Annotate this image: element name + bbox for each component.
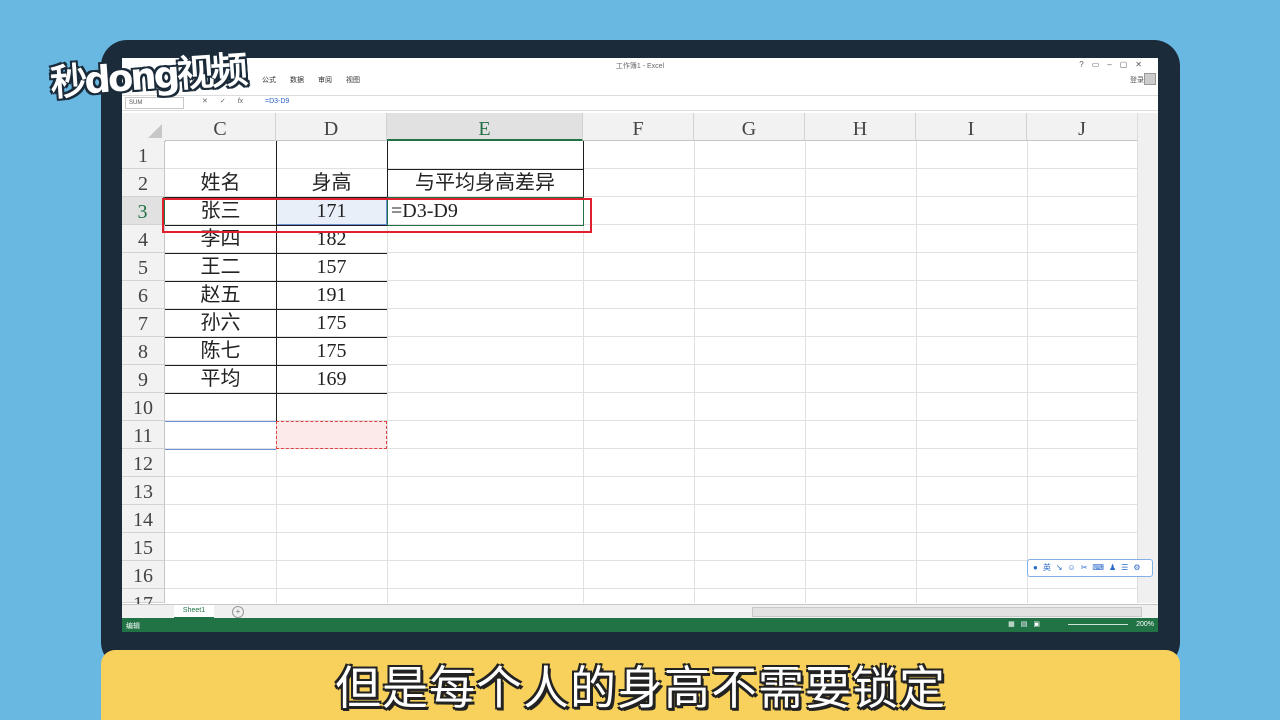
cell-c7[interactable]: 孙六 bbox=[165, 309, 276, 336]
settings-icon[interactable]: ⚙ bbox=[1133, 563, 1140, 572]
column-header-d[interactable]: D bbox=[276, 113, 387, 141]
ime-lang-label[interactable]: 英 bbox=[1043, 563, 1051, 572]
formula-input[interactable]: =D3-D9 bbox=[265, 98, 289, 105]
cell-d9[interactable]: 169 bbox=[276, 365, 387, 392]
column-header-j[interactable]: J bbox=[1027, 113, 1138, 141]
column-header-c[interactable]: C bbox=[165, 113, 276, 141]
cell-d5[interactable]: 157 bbox=[276, 253, 387, 280]
ime-toolbar[interactable]: ● 英 ↘ ☺ ✂ ⌨ ♟ ☰ ⚙ bbox=[1027, 559, 1153, 577]
cell-d8[interactable]: 175 bbox=[276, 337, 387, 364]
punctuation-icon[interactable]: ↘ bbox=[1056, 563, 1063, 572]
cell-c2-name-header[interactable]: 姓名 bbox=[165, 169, 276, 196]
tools-icon[interactable]: ✂ bbox=[1081, 563, 1088, 572]
row-header-16[interactable]: 16 bbox=[122, 561, 165, 589]
row-header-3[interactable]: 3 bbox=[122, 197, 165, 225]
cell-d6[interactable]: 191 bbox=[276, 281, 387, 308]
row-header-9[interactable]: 9 bbox=[122, 365, 165, 393]
sheet-tab-bar: Sheet1 + bbox=[122, 604, 1158, 619]
row-header-8[interactable]: 8 bbox=[122, 337, 165, 365]
enter-icon[interactable]: ✓ bbox=[220, 98, 226, 105]
menu-icon[interactable]: ☰ bbox=[1121, 563, 1128, 572]
mode-indicator: 编辑 bbox=[126, 623, 140, 630]
cell-c6[interactable]: 赵五 bbox=[165, 281, 276, 308]
worksheet-grid[interactable]: C D E F G H I J 1 2 3 4 5 6 7 8 9 10 11 … bbox=[122, 113, 1158, 615]
vertical-scrollbar[interactable] bbox=[1137, 113, 1158, 603]
zoom-slider[interactable] bbox=[1068, 624, 1128, 625]
fx-icon[interactable]: fx bbox=[238, 98, 243, 105]
view-buttons[interactable]: ▦▤▣ bbox=[1008, 620, 1046, 628]
login-link[interactable]: 登录 bbox=[1130, 75, 1144, 85]
title-bar: 工作簿1 - Excel ?▭–▢✕ bbox=[122, 58, 1158, 72]
row-header-12[interactable]: 12 bbox=[122, 449, 165, 477]
keyboard-icon[interactable]: ⌨ bbox=[1092, 563, 1104, 572]
cell-c8[interactable]: 陈七 bbox=[165, 337, 276, 364]
ribbon-tabs: 页面布局 公式 数据 审阅 视图 登录 bbox=[122, 72, 1158, 88]
row-header-14[interactable]: 14 bbox=[122, 505, 165, 533]
add-sheet-icon[interactable]: + bbox=[232, 606, 244, 618]
row-header-11[interactable]: 11 bbox=[122, 421, 165, 449]
row-header-1[interactable]: 1 bbox=[122, 141, 165, 169]
row-header-15[interactable]: 15 bbox=[122, 533, 165, 561]
column-header-h[interactable]: H bbox=[805, 113, 916, 141]
column-header-e[interactable]: E bbox=[387, 113, 583, 141]
sheet-tab-sheet1[interactable]: Sheet1 bbox=[174, 605, 214, 619]
cell-d2-height-header[interactable]: 身高 bbox=[276, 169, 387, 196]
highlight-row-annotation bbox=[162, 198, 592, 233]
row-header-5[interactable]: 5 bbox=[122, 253, 165, 281]
cell-e2-diff-header[interactable]: 与平均身高差异 bbox=[387, 169, 583, 196]
cell-c9[interactable]: 平均 bbox=[165, 365, 276, 392]
row-header-17[interactable]: 17 bbox=[122, 589, 165, 615]
skin-icon[interactable]: ♟ bbox=[1109, 563, 1116, 572]
column-header-i[interactable]: I bbox=[916, 113, 1027, 141]
avatar[interactable] bbox=[1144, 73, 1156, 85]
emoji-icon[interactable]: ☺ bbox=[1068, 563, 1076, 572]
formula-buttons: ✕ ✓ fx bbox=[202, 97, 253, 105]
cancel-icon[interactable]: ✕ bbox=[202, 98, 208, 105]
window-controls[interactable]: ?▭–▢✕ bbox=[1079, 60, 1150, 69]
subtitle-caption: 但是每个人的身高不需要锁定 bbox=[335, 661, 946, 715]
tab-view[interactable]: 视图 bbox=[346, 75, 360, 85]
zoom-level[interactable]: 200% bbox=[1136, 621, 1154, 628]
tab-formulas[interactable]: 公式 bbox=[262, 75, 276, 85]
ime-logo-icon: ● bbox=[1033, 563, 1038, 572]
cell-c5[interactable]: 王二 bbox=[165, 253, 276, 280]
tab-data[interactable]: 数据 bbox=[290, 75, 304, 85]
column-header-f[interactable]: F bbox=[583, 113, 694, 141]
row-header-10[interactable]: 10 bbox=[122, 393, 165, 421]
cell-d7[interactable]: 175 bbox=[276, 309, 387, 336]
window-title: 工作簿1 - Excel bbox=[615, 63, 665, 70]
tab-review[interactable]: 审阅 bbox=[318, 75, 332, 85]
excel-window: 工作簿1 - Excel ?▭–▢✕ 页面布局 公式 数据 审阅 视图 登录 S… bbox=[122, 58, 1158, 632]
row-header-6[interactable]: 6 bbox=[122, 281, 165, 309]
d9-reference-highlight bbox=[276, 421, 387, 449]
column-header-g[interactable]: G bbox=[694, 113, 805, 141]
horizontal-scrollbar[interactable] bbox=[752, 607, 1142, 617]
row-header-7[interactable]: 7 bbox=[122, 309, 165, 337]
formula-bar: SUM ✕ ✓ fx =D3-D9 bbox=[122, 95, 1158, 111]
row-header-13[interactable]: 13 bbox=[122, 477, 165, 505]
status-bar: 编辑 ▦▤▣ 200% bbox=[122, 618, 1158, 632]
row-header-2[interactable]: 2 bbox=[122, 169, 165, 197]
select-all-corner[interactable] bbox=[122, 113, 166, 142]
row-header-4[interactable]: 4 bbox=[122, 225, 165, 253]
